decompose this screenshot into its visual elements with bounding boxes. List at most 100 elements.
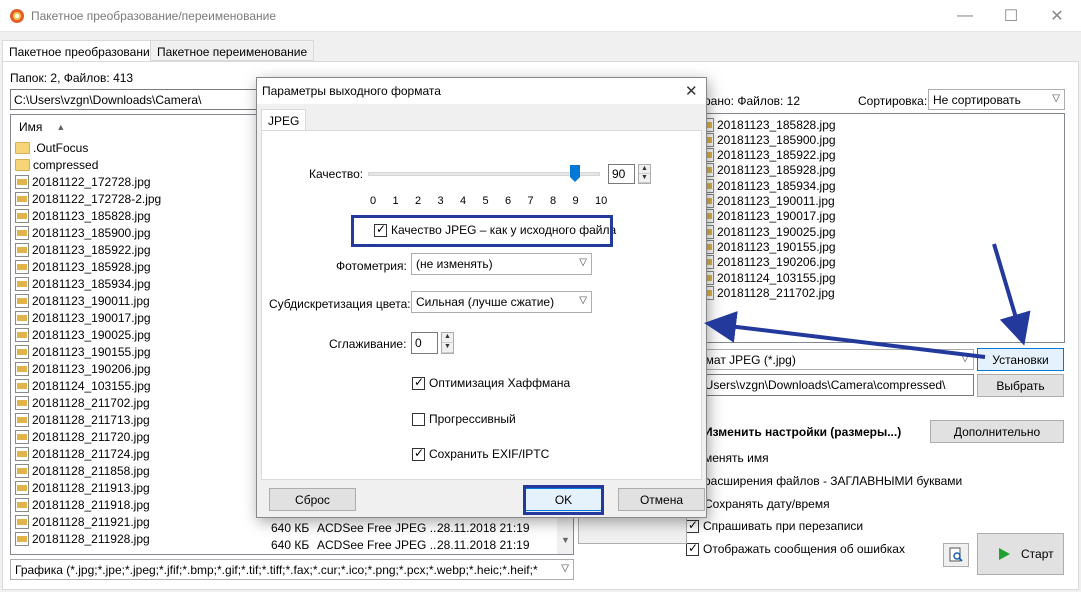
huffman-checkbox[interactable]: Оптимизация Хаффмана — [412, 375, 570, 391]
keep-date-option[interactable]: Сохранять дату/время — [704, 497, 830, 511]
checkbox-unchecked[interactable] — [412, 413, 425, 427]
highlight-box — [351, 215, 613, 247]
change-settings-label[interactable]: Изменить настройки (размеры...) — [704, 425, 901, 439]
show-errors-checkbox[interactable]: Отображать сообщения об ошибках — [686, 541, 905, 557]
start-button[interactable]: Старт — [977, 533, 1064, 575]
list-item-file[interactable]: 20181128_211720.jpg — [15, 428, 150, 445]
dialog-title-bar: Параметры выходного формата ✕ — [257, 78, 706, 104]
list-item-file[interactable]: 20181123_190011.jpg — [15, 292, 150, 309]
spin-down-icon[interactable]: ▼ — [442, 343, 453, 353]
column-header-name[interactable]: Имя ▲ — [19, 118, 65, 135]
list-item-file[interactable]: 20181128_211921.jpg — [15, 513, 150, 530]
checkbox-checked[interactable] — [412, 446, 425, 462]
source-path-input[interactable]: C:\Users\vzgn\Downloads\Camera\ — [10, 89, 260, 110]
list-item-file[interactable]: 20181128_211913.jpg — [15, 479, 150, 496]
selected-file-list[interactable]: 20181123_185828.jpg 20181123_185900.jpg 20… — [694, 113, 1065, 343]
list-item-folder[interactable]: compressed — [15, 156, 98, 173]
sort-value: Не сортировать — [933, 93, 1021, 107]
list-item-file[interactable]: 20181128_211702.jpg — [15, 394, 150, 411]
output-path-input[interactable]: :\Users\vzgn\Downloads\Camera\compressed… — [694, 374, 974, 396]
list-item-file[interactable]: 20181123_185934.jpg — [15, 275, 151, 292]
jpg-file-icon — [15, 259, 29, 274]
start-label: Старт — [1021, 547, 1054, 561]
list-item-file[interactable]: 20181123_185922.jpg — [15, 241, 151, 258]
format-value: омат JPEG (*.jpg) — [699, 353, 796, 367]
list-item-file[interactable]: 20181128_211928.jpg — [15, 530, 150, 547]
close-button[interactable]: ✕ — [1034, 0, 1080, 32]
jpg-file-icon — [15, 361, 29, 376]
quality-value-input[interactable]: 90 — [608, 164, 635, 184]
file-type: ACDSee Free JPEG ... — [317, 537, 440, 552]
chevron-down-icon: ▽ — [1052, 93, 1060, 104]
list-item-file[interactable]: 20181123_190206.jpg — [15, 360, 151, 377]
progressive-checkbox[interactable]: Прогрессивный — [412, 412, 516, 427]
checkbox-checked[interactable] — [686, 518, 699, 534]
folder-name: .OutFocus — [33, 140, 89, 155]
scale-tick-label: 3 — [437, 195, 444, 207]
quality-spinner[interactable]: ▲ ▼ — [638, 164, 651, 184]
jpg-file-icon — [15, 463, 29, 478]
smoothing-input[interactable]: 0 — [411, 332, 438, 354]
reset-button[interactable]: Сброс — [269, 488, 356, 511]
file-name: 20181128_211918.jpg — [32, 497, 150, 512]
list-item-file[interactable]: 20181123_190017.jpg — [15, 309, 151, 326]
scale-tick-label: 8 — [550, 195, 557, 207]
minimize-button[interactable]: — — [942, 0, 988, 32]
subsampling-select[interactable]: Сильная (лучше сжатие) ▽ — [411, 291, 592, 313]
quality-label: Качество: — [309, 167, 364, 181]
smoothing-spinner[interactable]: ▲ ▼ — [441, 332, 454, 354]
checkbox-checked[interactable] — [412, 375, 425, 391]
exif-checkbox[interactable]: Сохранить EXIF/IPTC — [412, 446, 549, 462]
list-item-file[interactable]: 20181122_172728.jpg — [15, 173, 151, 190]
quality-slider-thumb[interactable] — [569, 165, 580, 183]
tab-jpeg[interactable]: JPEG — [261, 109, 307, 131]
spin-up-icon[interactable]: ▲ — [442, 333, 453, 343]
list-item-file[interactable]: 20181123_185900.jpg — [15, 224, 151, 241]
output-format-select[interactable]: омат JPEG (*.jpg) ▽ — [694, 349, 974, 370]
spin-up-icon[interactable]: ▲ — [639, 165, 650, 174]
list-item-file[interactable]: 20181128_211858.jpg — [15, 462, 150, 479]
list-item-file[interactable]: 20181123_185928.jpg — [15, 258, 151, 275]
list-item-file[interactable]: 20181123_185828.jpg — [15, 207, 151, 224]
list-item-file[interactable]: 20181122_172728-2.jpg — [15, 190, 161, 207]
folder-icon — [15, 158, 30, 171]
file-name: 20181124_103155.jpg — [717, 270, 836, 285]
checkbox-checked[interactable] — [686, 541, 699, 557]
list-item-file[interactable]: 20181128_211724.jpg — [15, 445, 150, 462]
photometry-select[interactable]: (не изменять) ▽ — [411, 253, 592, 275]
quality-slider-track[interactable] — [368, 172, 600, 176]
list-item-folder[interactable]: .OutFocus — [15, 139, 88, 156]
scale-tick-label: 0 — [370, 195, 377, 207]
settings-button[interactable]: Установки — [977, 348, 1064, 371]
sort-select[interactable]: Не сортировать ▽ — [928, 89, 1065, 110]
spin-down-icon[interactable]: ▼ — [639, 174, 650, 183]
file-name: 20181128_211913.jpg — [32, 480, 150, 495]
scroll-down-icon[interactable]: ▼ — [561, 535, 570, 545]
list-item-file[interactable]: 20181123_190155.jpg — [15, 343, 151, 360]
cancel-button[interactable]: Отмена — [618, 488, 705, 511]
file-type-filter-select[interactable]: Графика (*.jpg;*.jpe;*.jpeg;*.jfif;*.bmp… — [10, 559, 574, 580]
maximize-button[interactable]: ☐ — [988, 0, 1034, 32]
folder-name: compressed — [33, 157, 99, 172]
list-item-file[interactable]: 20181124_103155.jpg — [15, 377, 151, 394]
file-name: 20181123_185900.jpg — [32, 225, 151, 240]
detail-row: 640 КБ ACDSee Free JPEG ... 28.11.2018 2… — [271, 536, 530, 553]
tab-batch-convert[interactable]: Пакетное преобразование — [2, 40, 164, 62]
list-item-file[interactable]: 20181128_211702.jpg — [700, 284, 835, 301]
rename-option[interactable]: менять имя — [704, 451, 769, 465]
ask-overwrite-checkbox[interactable]: Спрашивать при перезаписи — [686, 518, 863, 534]
advanced-button[interactable]: Дополнительно — [930, 420, 1064, 443]
uppercase-ext-option[interactable]: расширения файлов - ЗАГЛАВНЫМИ буквами — [704, 474, 962, 488]
file-name: 20181123_185934.jpg — [717, 178, 836, 193]
dialog-close-icon[interactable]: ✕ — [685, 82, 698, 100]
chevron-down-icon: ▽ — [558, 563, 569, 574]
list-item-file[interactable]: 20181123_190025.jpg — [15, 326, 151, 343]
tab-batch-rename[interactable]: Пакетное переименование — [150, 40, 315, 61]
browse-button[interactable]: Выбрать — [977, 374, 1064, 397]
list-item-file[interactable]: 20181128_211918.jpg — [15, 496, 150, 513]
file-name: 20181123_185828.jpg — [717, 117, 836, 132]
preview-button[interactable] — [943, 543, 969, 567]
file-type: ACDSee Free JPEG ... — [317, 520, 440, 535]
list-item-file[interactable]: 20181128_211713.jpg — [15, 411, 150, 428]
scale-tick-label: 2 — [415, 195, 422, 207]
